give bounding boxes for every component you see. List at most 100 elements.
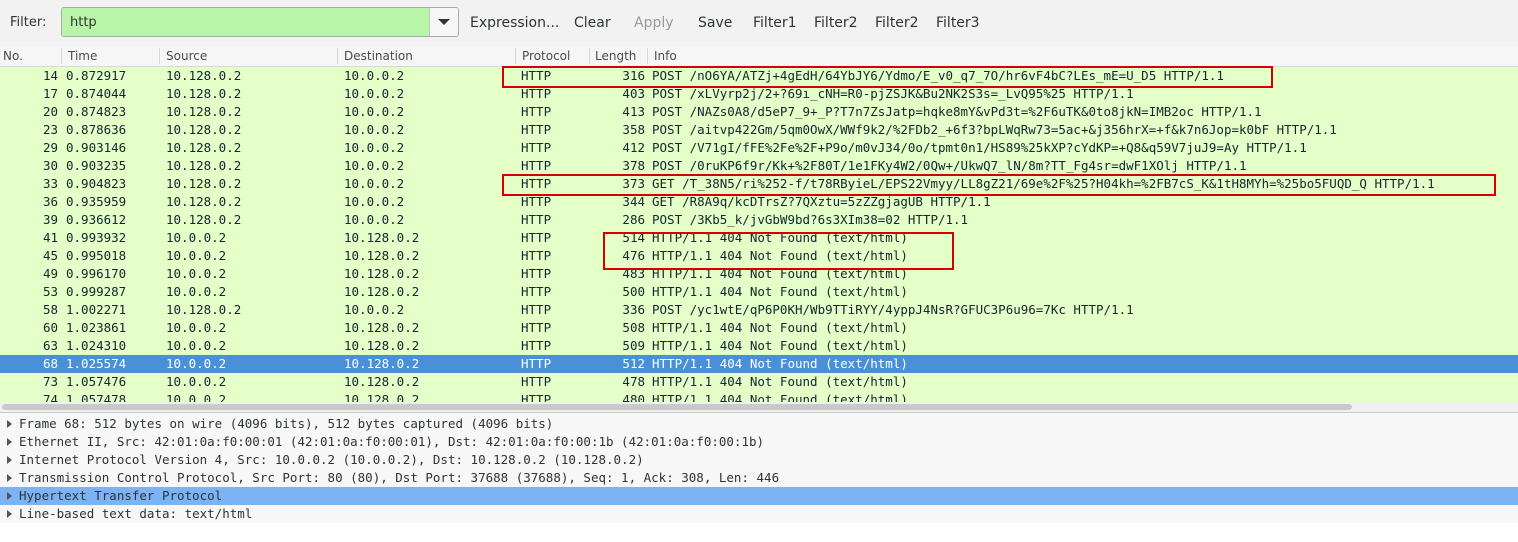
expand-arrow-icon[interactable] bbox=[7, 438, 12, 446]
table-row[interactable]: 29 0.903146 10.128.0.2 10.0.0.2 HTTP 412 POST … bbox=[0, 139, 1518, 157]
packet-number: 39 bbox=[42, 212, 58, 227]
table-row[interactable]: 33 0.904823 10.128.0.2 10.0.0.2 HTTP 373 GET /… bbox=[0, 175, 1518, 193]
detail-tree-item[interactable]: Transmission Control Protocol, Src Port:… bbox=[0, 469, 1518, 487]
table-row[interactable]: 30 0.903235 10.128.0.2 10.0.0.2 HTTP 378 POST … bbox=[0, 157, 1518, 175]
filter2-button[interactable]: Filter2 bbox=[814, 15, 858, 31]
packet-destination: 10.0.0.2 bbox=[344, 302, 405, 317]
packet-protocol: HTTP bbox=[521, 176, 552, 191]
column-divider bbox=[337, 48, 338, 64]
table-row[interactable]: 60 1.023861 10.0.0.2 10.128.0.2 HTTP 508 HTTP/… bbox=[0, 319, 1518, 337]
column-header-destination[interactable]: Destination bbox=[344, 49, 413, 63]
packet-number: 41 bbox=[42, 230, 58, 245]
table-row[interactable]: 14 0.872917 10.128.0.2 10.0.0.2 HTTP 316 POST … bbox=[0, 67, 1518, 85]
column-header-length[interactable]: Length bbox=[595, 49, 636, 63]
table-row[interactable]: 23 0.878636 10.128.0.2 10.0.0.2 HTTP 358 POST … bbox=[0, 121, 1518, 139]
packet-info: GET /T_38N5/ri%252-f/t78RByieL/EPS22Vmyy… bbox=[652, 176, 1435, 191]
packet-destination: 10.128.0.2 bbox=[344, 320, 420, 335]
table-row[interactable]: 17 0.874044 10.128.0.2 10.0.0.2 HTTP 403 POST … bbox=[0, 85, 1518, 103]
packet-number: 58 bbox=[42, 302, 58, 317]
detail-tree-item[interactable]: Frame 68: 512 bytes on wire (4096 bits),… bbox=[0, 415, 1518, 433]
table-row-selected[interactable]: 68 1.025574 10.0.0.2 10.128.0.2 HTTP 512 HTTP/… bbox=[0, 355, 1518, 373]
column-header-time[interactable]: Time bbox=[68, 49, 97, 63]
packet-length: 413 bbox=[622, 104, 645, 119]
table-row[interactable]: 49 0.996170 10.0.0.2 10.128.0.2 HTTP 483 HTTP/… bbox=[0, 265, 1518, 283]
packet-number: 23 bbox=[42, 122, 58, 137]
filter1-button[interactable]: Filter1 bbox=[753, 15, 797, 31]
packet-length: 478 bbox=[622, 374, 645, 389]
packet-time: 0.936612 bbox=[66, 212, 127, 227]
table-row[interactable]: 73 1.057476 10.0.0.2 10.128.0.2 HTTP 478 HTTP/… bbox=[0, 373, 1518, 391]
packet-protocol: HTTP bbox=[521, 248, 552, 263]
packet-source: 10.0.0.2 bbox=[166, 320, 227, 335]
table-row[interactable]: 41 0.993932 10.0.0.2 10.128.0.2 HTTP 514 HTTP/… bbox=[0, 229, 1518, 247]
packet-protocol: HTTP bbox=[521, 320, 552, 335]
packet-destination: 10.0.0.2 bbox=[344, 194, 405, 209]
packet-time: 0.935959 bbox=[66, 194, 127, 209]
packet-protocol: HTTP bbox=[521, 230, 552, 245]
packet-source: 10.128.0.2 bbox=[166, 140, 242, 155]
column-divider bbox=[515, 48, 516, 64]
packet-details-tree[interactable]: Frame 68: 512 bytes on wire (4096 bits),… bbox=[0, 413, 1518, 523]
column-header-protocol[interactable]: Protocol bbox=[522, 49, 570, 63]
packet-source: 10.128.0.2 bbox=[166, 86, 242, 101]
packet-length: 358 bbox=[622, 122, 645, 137]
packet-list[interactable]: No. Time Source Destination Protocol Len… bbox=[0, 46, 1518, 402]
packet-length: 476 bbox=[622, 248, 645, 263]
column-header-info[interactable]: Info bbox=[654, 49, 677, 63]
packet-info: POST /V71gI/fFE%2Fe%2F+P9o/m0vJ34/0o/tpm… bbox=[652, 140, 1307, 155]
packet-destination: 10.128.0.2 bbox=[344, 374, 420, 389]
packet-source: 10.0.0.2 bbox=[166, 392, 227, 402]
expand-arrow-icon[interactable] bbox=[7, 474, 12, 482]
table-row[interactable]: 53 0.999287 10.0.0.2 10.128.0.2 HTTP 500 HTTP/… bbox=[0, 283, 1518, 301]
filter-combobox[interactable] bbox=[61, 7, 459, 37]
table-row[interactable]: 36 0.935959 10.128.0.2 10.0.0.2 HTTP 344 GET /… bbox=[0, 193, 1518, 211]
expand-arrow-icon[interactable] bbox=[7, 492, 12, 500]
expression-button[interactable]: Expression... bbox=[470, 15, 559, 31]
packet-number: 53 bbox=[42, 284, 58, 299]
expand-arrow-icon[interactable] bbox=[7, 510, 12, 518]
filter2-second-button[interactable]: Filter2 bbox=[875, 15, 919, 31]
packet-number: 60 bbox=[42, 320, 58, 335]
packet-info: HTTP/1.1 404 Not Found (text/html) bbox=[652, 392, 908, 402]
packet-destination: 10.0.0.2 bbox=[344, 68, 405, 83]
expand-arrow-icon[interactable] bbox=[7, 420, 12, 428]
display-filter-input[interactable] bbox=[62, 8, 429, 36]
packet-time: 1.024310 bbox=[66, 338, 127, 353]
table-row[interactable]: 45 0.995018 10.0.0.2 10.128.0.2 HTTP 476 HTTP/… bbox=[0, 247, 1518, 265]
packet-length: 508 bbox=[622, 320, 645, 335]
table-row[interactable]: 39 0.936612 10.128.0.2 10.0.0.2 HTTP 286 POST … bbox=[0, 211, 1518, 229]
packet-protocol: HTTP bbox=[521, 140, 552, 155]
filter-history-dropdown-button[interactable] bbox=[429, 8, 458, 36]
packet-length: 336 bbox=[622, 302, 645, 317]
apply-filter-button[interactable]: Apply bbox=[634, 15, 674, 31]
detail-tree-item[interactable]: Internet Protocol Version 4, Src: 10.0.0… bbox=[0, 451, 1518, 469]
detail-tree-item[interactable]: Line-based text data: text/html bbox=[0, 505, 1518, 523]
table-row[interactable]: 58 1.002271 10.128.0.2 10.0.0.2 HTTP 336 POST … bbox=[0, 301, 1518, 319]
packet-protocol: HTTP bbox=[521, 158, 552, 173]
detail-tree-item[interactable]: Ethernet II, Src: 42:01:0a:f0:00:01 (42:… bbox=[0, 433, 1518, 451]
table-row[interactable]: 20 0.874823 10.128.0.2 10.0.0.2 HTTP 413 POST … bbox=[0, 103, 1518, 121]
packet-length: 344 bbox=[622, 194, 645, 209]
packet-time: 0.904823 bbox=[66, 176, 127, 191]
table-row[interactable]: 63 1.024310 10.0.0.2 10.128.0.2 HTTP 509 HTTP/… bbox=[0, 337, 1518, 355]
table-row[interactable]: 74 1.057478 10.0.0.2 10.128.0.2 HTTP 480 HTTP/… bbox=[0, 391, 1518, 402]
filter3-button[interactable]: Filter3 bbox=[936, 15, 980, 31]
detail-tree-item[interactable]: Hypertext Transfer Protocol bbox=[0, 487, 1518, 505]
packet-length: 403 bbox=[622, 86, 645, 101]
packet-info: HTTP/1.1 404 Not Found (text/html) bbox=[652, 230, 908, 245]
clear-filter-button[interactable]: Clear bbox=[574, 15, 611, 31]
packet-number: 74 bbox=[42, 392, 58, 402]
column-header-source[interactable]: Source bbox=[166, 49, 207, 63]
packet-number: 63 bbox=[42, 338, 58, 353]
expand-arrow-icon[interactable] bbox=[7, 456, 12, 464]
packet-source: 10.0.0.2 bbox=[166, 356, 227, 371]
packet-info: POST /xLVyrp2j/2+?69ı_cNH=R0-pjZSJK&Bu2N… bbox=[652, 86, 1134, 101]
packet-list-horizontal-scrollbar[interactable] bbox=[0, 402, 1518, 412]
column-header-no[interactable]: No. bbox=[3, 49, 23, 63]
scrollbar-thumb[interactable] bbox=[2, 404, 1352, 410]
packet-length: 500 bbox=[622, 284, 645, 299]
packet-time: 1.025574 bbox=[66, 356, 127, 371]
packet-info: HTTP/1.1 404 Not Found (text/html) bbox=[652, 284, 908, 299]
save-filter-button[interactable]: Save bbox=[698, 15, 732, 31]
column-divider bbox=[159, 48, 160, 64]
